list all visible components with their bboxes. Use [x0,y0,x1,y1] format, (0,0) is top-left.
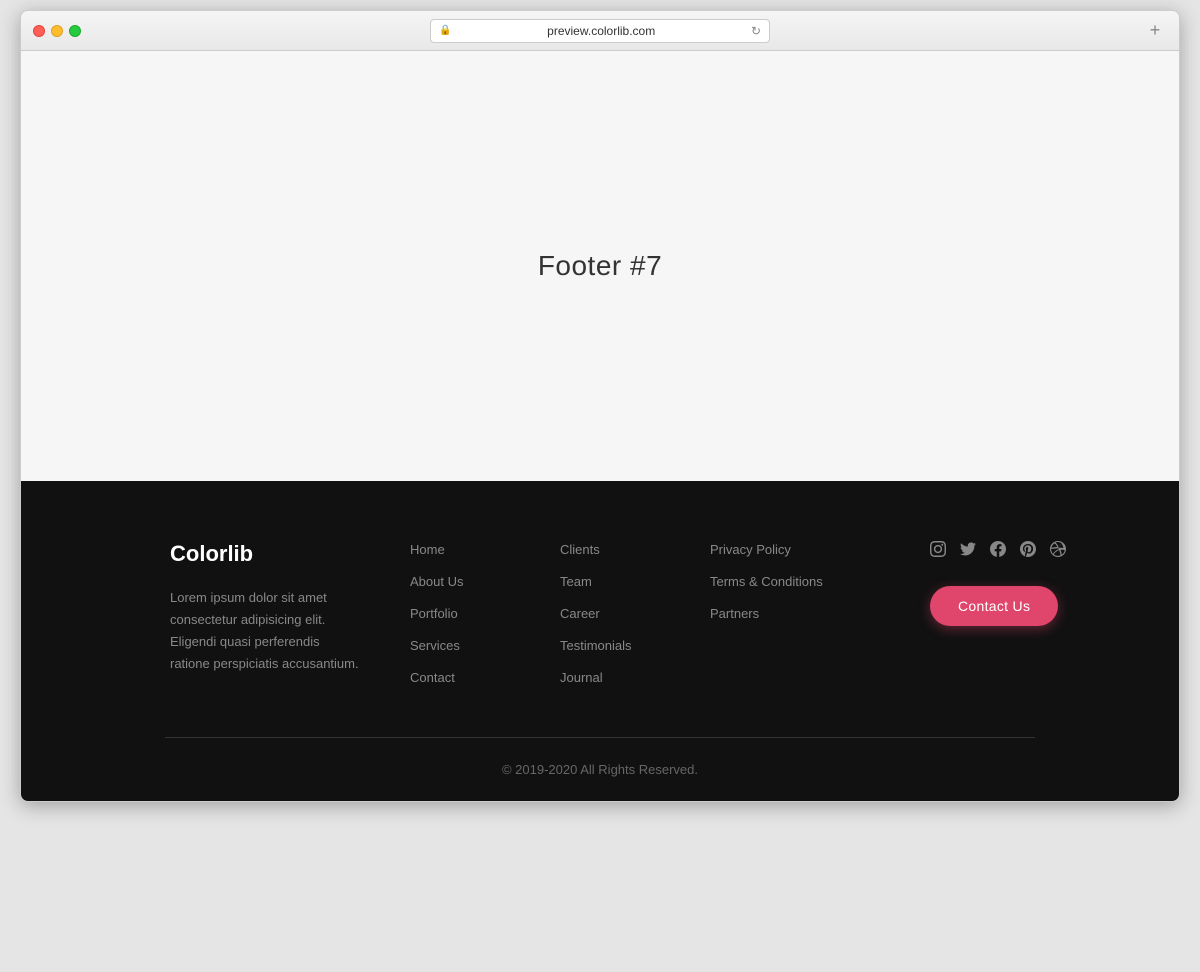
footer-social-col: Contact Us [930,541,1090,687]
footer-col-3: Privacy Policy Terms & Conditions Partne… [710,541,910,687]
list-item: Services [410,637,540,655]
footer-brand-col: Colorlib Lorem ipsum dolor sit amet cons… [170,541,390,687]
link-portfolio[interactable]: Portfolio [410,606,458,621]
dribbble-icon[interactable] [1050,541,1066,562]
link-privacy-policy[interactable]: Privacy Policy [710,542,791,557]
list-item: Contact [410,669,540,687]
footer-links-col3: Privacy Policy Terms & Conditions Partne… [710,541,910,623]
list-item: Journal [560,669,690,687]
list-item: Privacy Policy [710,541,910,559]
traffic-lights [33,25,81,37]
list-item: About Us [410,573,540,591]
footer-col-1: Home About Us Portfolio Services Contact [410,541,540,687]
list-item: Partners [710,605,910,623]
link-contact[interactable]: Contact [410,670,455,685]
refresh-icon[interactable]: ↻ [751,24,761,38]
list-item: Testimonials [560,637,690,655]
url-text: preview.colorlib.com [456,24,745,38]
close-button[interactable] [33,25,45,37]
footer-links-col1: Home About Us Portfolio Services Contact [410,541,540,687]
list-item: Terms & Conditions [710,573,910,591]
list-item: Career [560,605,690,623]
footer-col-2: Clients Team Career Testimonials Journal [560,541,690,687]
browser-toolbar: 🔒 preview.colorlib.com ↻ + [21,11,1179,51]
footer-main: Colorlib Lorem ipsum dolor sit amet cons… [150,541,1050,737]
social-icons [930,541,1090,562]
link-terms-conditions[interactable]: Terms & Conditions [710,574,823,589]
address-bar[interactable]: 🔒 preview.colorlib.com ↻ [430,19,770,43]
browser-window: 🔒 preview.colorlib.com ↻ + Footer #7 Col… [20,10,1180,802]
link-testimonials[interactable]: Testimonials [560,638,632,653]
contact-us-button[interactable]: Contact Us [930,586,1058,626]
list-item: Portfolio [410,605,540,623]
link-services[interactable]: Services [410,638,460,653]
footer-bottom: © 2019-2020 All Rights Reserved. [21,738,1179,801]
footer-links-col2: Clients Team Career Testimonials Journal [560,541,690,687]
link-team[interactable]: Team [560,574,592,589]
lock-icon: 🔒 [439,25,451,36]
link-clients[interactable]: Clients [560,542,600,557]
twitter-icon[interactable] [960,541,976,562]
list-item: Clients [560,541,690,559]
pinterest-icon[interactable] [1020,541,1036,562]
instagram-icon[interactable] [930,541,946,562]
new-tab-button[interactable]: + [1143,19,1167,43]
brand-description: Lorem ipsum dolor sit amet consectetur a… [170,587,360,675]
main-content-area: Footer #7 [21,51,1179,481]
footer: Colorlib Lorem ipsum dolor sit amet cons… [21,481,1179,801]
brand-name: Colorlib [170,541,390,567]
list-item: Home [410,541,540,559]
link-career[interactable]: Career [560,606,600,621]
maximize-button[interactable] [69,25,81,37]
link-journal[interactable]: Journal [560,670,603,685]
copyright-text: © 2019-2020 All Rights Reserved. [21,762,1179,777]
browser-content: Footer #7 Colorlib Lorem ipsum dolor sit… [21,51,1179,801]
page-title: Footer #7 [538,250,662,282]
link-partners[interactable]: Partners [710,606,759,621]
link-about-us[interactable]: About Us [410,574,463,589]
facebook-icon[interactable] [990,541,1006,562]
minimize-button[interactable] [51,25,63,37]
link-home[interactable]: Home [410,542,445,557]
list-item: Team [560,573,690,591]
